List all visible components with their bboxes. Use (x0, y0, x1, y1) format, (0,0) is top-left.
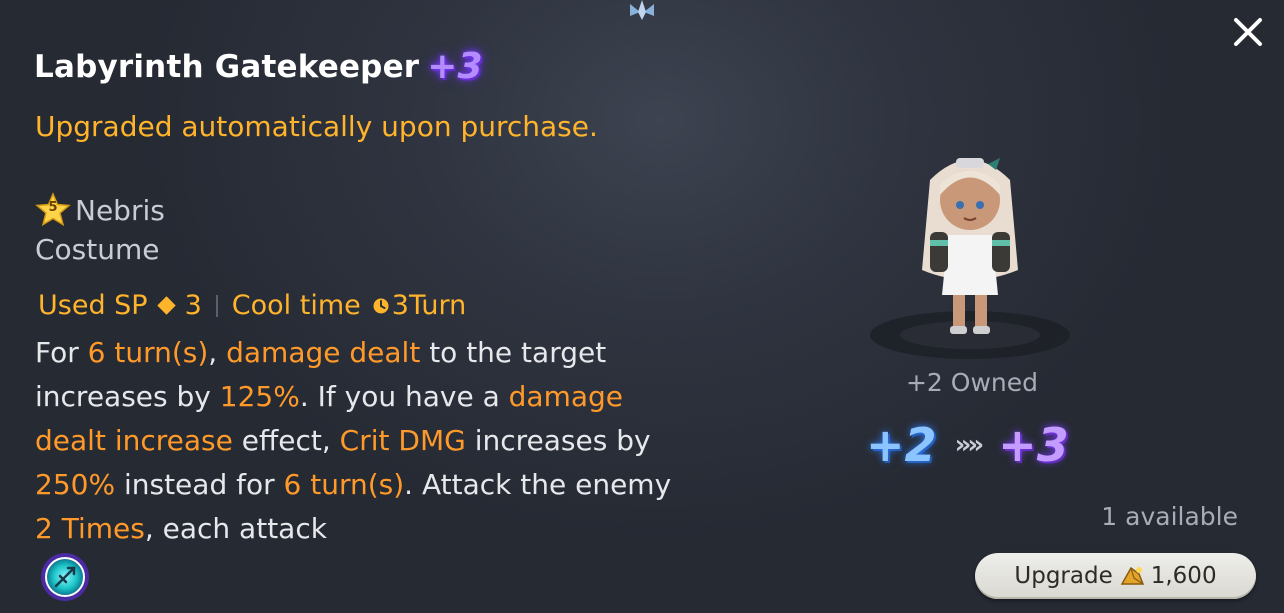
description-highlight: 6 turn(s) (87, 336, 209, 369)
plus-level-badge: +3 (427, 46, 483, 87)
owned-count: +2 Owned (905, 368, 1039, 397)
skill-description: For 6 turn(s), damage dealt to the targe… (35, 331, 675, 551)
character-name: Nebris (75, 193, 165, 227)
star-rank-icon: 5 (35, 192, 71, 228)
upgrade-cost: 1,600 (1150, 563, 1217, 589)
description-text: , (208, 336, 227, 369)
auto-upgrade-note: Upgraded automatically upon purchase. (35, 110, 598, 143)
clock-icon (373, 298, 389, 313)
cool-time-value: 3Turn (391, 290, 467, 321)
skill-cost-row: Used SP 3 Cool time 3Turn (38, 290, 466, 321)
arrow-right-icon: »» (954, 430, 985, 460)
sparkle-decoration (630, 0, 654, 20)
description-highlight: 6 turn(s) (283, 468, 405, 501)
description-highlight: 2 Times (35, 512, 145, 545)
description-text: increases by (465, 424, 651, 457)
star-rank-value: 5 (48, 200, 58, 215)
item-title: Labyrinth Gatekeeper (34, 48, 420, 85)
description-text: For (35, 336, 88, 369)
description-highlight: damage dealt (226, 336, 421, 369)
description-text: . Attack the enemy (404, 468, 672, 501)
close-button[interactable] (1230, 14, 1266, 50)
current-level: +2 (866, 418, 937, 472)
description-text: , each attack (144, 512, 327, 545)
character-portrait (870, 158, 1070, 359)
character-row: 5 Nebris (35, 192, 165, 228)
upgrade-button[interactable]: Upgrade 1,600 (975, 553, 1256, 599)
description-text: effect, (232, 424, 340, 457)
close-icon (1234, 18, 1262, 46)
description-highlight: 250% (35, 468, 116, 501)
item-type: Costume (35, 233, 160, 266)
available-count: 1 available (1101, 502, 1238, 531)
cool-time-label: Cool time (231, 290, 361, 321)
sp-diamond-icon (156, 296, 176, 315)
used-sp-label: Used SP (38, 290, 148, 321)
description-highlight: Crit DMG (339, 424, 466, 457)
skill-icon[interactable] (40, 552, 90, 602)
upgrade-level-row: +2 »» +3 (866, 418, 1069, 472)
currency-icon (1120, 566, 1144, 585)
upgrade-button-label: Upgrade (1014, 563, 1113, 589)
next-level: +3 (998, 418, 1069, 472)
used-sp-value: 3 (184, 290, 202, 321)
description-text: instead for (115, 468, 284, 501)
title-row: Labyrinth Gatekeeper +3 (34, 46, 483, 87)
divider (215, 294, 218, 317)
